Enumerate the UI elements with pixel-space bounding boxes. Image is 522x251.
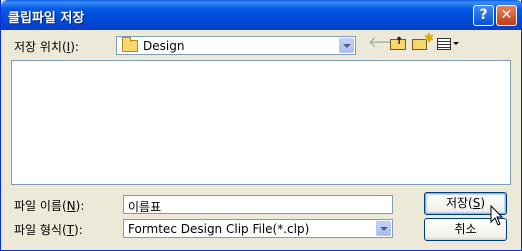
file-type-label: 파일 형식(T):	[14, 223, 83, 237]
file-type-value: Formtec Design Clip File(*.clp)	[128, 222, 310, 236]
file-name-value: 이름표	[128, 200, 162, 214]
chevron-down-icon[interactable]	[339, 38, 354, 53]
save-dialog: 클립파일 저장 ? ✕ 저장 위치(I): Design 🡐 ✱ 파일 이름(N…	[0, 0, 522, 251]
window-title: 클립파일 저장	[8, 11, 85, 26]
folder-icon	[122, 37, 138, 52]
file-list[interactable]	[11, 60, 511, 185]
save-location-dropdown[interactable]: Design	[116, 36, 356, 55]
title-bar[interactable]: 클립파일 저장 ? ✕	[1, 0, 522, 30]
close-button[interactable]: ✕	[496, 5, 517, 26]
file-type-dropdown[interactable]: Formtec Design Clip File(*.clp)	[123, 219, 393, 238]
chevron-down-icon[interactable]	[376, 221, 391, 236]
help-button[interactable]: ?	[473, 5, 494, 26]
file-name-input[interactable]: 이름표	[123, 195, 393, 214]
file-name-label: 파일 이름(N):	[14, 199, 85, 213]
save-location-value: Design	[143, 39, 185, 53]
new-folder-icon[interactable]: ✱	[412, 31, 434, 52]
view-menu-icon[interactable]	[437, 34, 459, 52]
back-arrow-icon[interactable]: 🡐	[368, 34, 408, 52]
save-location-label: 저장 위치(I):	[14, 40, 79, 54]
up-folder-icon[interactable]	[390, 34, 407, 52]
